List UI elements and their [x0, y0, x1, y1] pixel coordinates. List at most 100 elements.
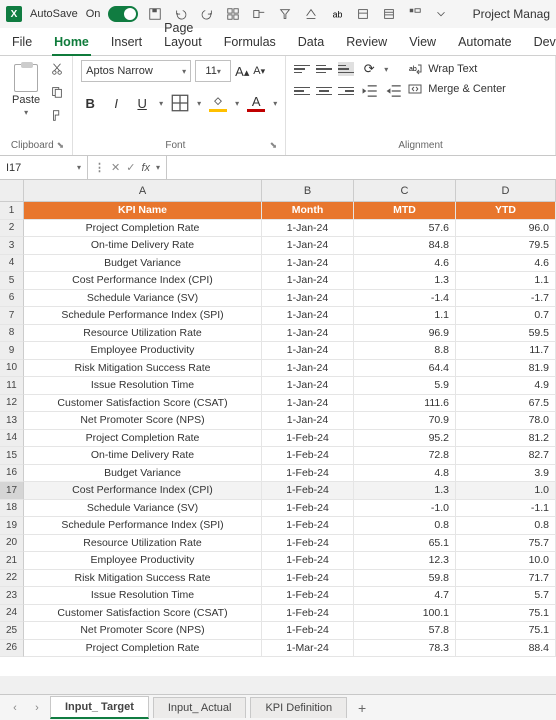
- cell[interactable]: 4.7: [354, 587, 456, 605]
- paste-button[interactable]: Paste ▾: [8, 60, 44, 121]
- cell[interactable]: 4.6: [354, 255, 456, 273]
- cell[interactable]: 1.3: [354, 272, 456, 290]
- add-sheet-button[interactable]: +: [351, 700, 373, 716]
- qat-icon-8[interactable]: [406, 5, 424, 23]
- autosave-toggle[interactable]: [108, 6, 138, 22]
- header-cell[interactable]: YTD: [456, 202, 556, 220]
- font-size-select[interactable]: 11▾: [195, 60, 231, 82]
- row-header[interactable]: 22: [0, 570, 24, 588]
- table-row[interactable]: 22Risk Mitigation Success Rate1-Feb-2459…: [0, 570, 556, 588]
- cell[interactable]: 95.2: [354, 430, 456, 448]
- cell[interactable]: Cost Performance Index (CPI): [24, 482, 262, 500]
- cancel-formula-icon[interactable]: ✕: [111, 161, 120, 174]
- cell[interactable]: 3.9: [456, 465, 556, 483]
- qat-icon-7[interactable]: [380, 5, 398, 23]
- cell[interactable]: 1-Jan-24: [262, 412, 354, 430]
- header-cell[interactable]: MTD: [354, 202, 456, 220]
- cell[interactable]: 5.9: [354, 377, 456, 395]
- cell[interactable]: 5.7: [456, 587, 556, 605]
- cell[interactable]: 81.9: [456, 360, 556, 378]
- cell[interactable]: 1-Jan-24: [262, 360, 354, 378]
- align-right-icon[interactable]: [338, 84, 354, 98]
- table-row[interactable]: 18Schedule Variance (SV)1-Feb-24-1.0-1.1: [0, 500, 556, 518]
- table-row[interactable]: 4Budget Variance1-Jan-244.64.6: [0, 255, 556, 273]
- cell[interactable]: 1-Feb-24: [262, 622, 354, 640]
- table-row[interactable]: 6Schedule Variance (SV)1-Jan-24-1.4-1.7: [0, 290, 556, 308]
- cell[interactable]: Employee Productivity: [24, 552, 262, 570]
- table-row[interactable]: 23Issue Resolution Time1-Feb-244.75.7: [0, 587, 556, 605]
- cell[interactable]: 72.8: [354, 447, 456, 465]
- cell[interactable]: 96.9: [354, 325, 456, 343]
- table-row[interactable]: 12Customer Satisfaction Score (CSAT)1-Ja…: [0, 395, 556, 413]
- cell[interactable]: 111.6: [354, 395, 456, 413]
- cell[interactable]: 59.8: [354, 570, 456, 588]
- table-row[interactable]: 11Issue Resolution Time1-Jan-245.94.9: [0, 377, 556, 395]
- table-row[interactable]: 25Net Promoter Score (NPS)1-Feb-2457.875…: [0, 622, 556, 640]
- copy-icon[interactable]: [50, 85, 64, 102]
- tab-review[interactable]: Review: [344, 29, 389, 55]
- cell[interactable]: 1-Feb-24: [262, 570, 354, 588]
- decrease-indent-icon[interactable]: [360, 82, 378, 100]
- clipboard-dialog-launcher-icon[interactable]: ⬊: [57, 140, 65, 151]
- row-header[interactable]: 6: [0, 290, 24, 308]
- cell[interactable]: 1-Feb-24: [262, 465, 354, 483]
- cell[interactable]: 71.7: [456, 570, 556, 588]
- tab-page-layout[interactable]: Page Layout: [162, 15, 204, 55]
- qat-icon-1[interactable]: [224, 5, 242, 23]
- cell[interactable]: 1-Mar-24: [262, 640, 354, 658]
- fx-icon[interactable]: fx: [141, 162, 150, 174]
- cell[interactable]: 10.0: [456, 552, 556, 570]
- table-row[interactable]: 17Cost Performance Index (CPI)1-Feb-241.…: [0, 482, 556, 500]
- cell[interactable]: Schedule Performance Index (SPI): [24, 307, 262, 325]
- fx-options-icon[interactable]: ⋮: [94, 161, 105, 174]
- qat-icon-6[interactable]: [354, 5, 372, 23]
- row-header[interactable]: 4: [0, 255, 24, 273]
- cell[interactable]: 1-Jan-24: [262, 395, 354, 413]
- row-header[interactable]: 16: [0, 465, 24, 483]
- tab-file[interactable]: File: [10, 29, 34, 55]
- cell[interactable]: Customer Satisfaction Score (CSAT): [24, 605, 262, 623]
- cell[interactable]: 82.7: [456, 447, 556, 465]
- cell[interactable]: Budget Variance: [24, 465, 262, 483]
- cell[interactable]: On-time Delivery Rate: [24, 237, 262, 255]
- qat-icon-4[interactable]: [302, 5, 320, 23]
- cell[interactable]: 1-Jan-24: [262, 272, 354, 290]
- cell[interactable]: 1-Feb-24: [262, 500, 354, 518]
- table-row[interactable]: 14Project Completion Rate1-Feb-2495.281.…: [0, 430, 556, 448]
- format-painter-icon[interactable]: [50, 108, 64, 125]
- font-dialog-launcher-icon[interactable]: ⬊: [270, 140, 278, 151]
- row-header[interactable]: 14: [0, 430, 24, 448]
- qat-more-icon[interactable]: [432, 5, 450, 23]
- row-header[interactable]: 19: [0, 517, 24, 535]
- cell[interactable]: 1-Jan-24: [262, 325, 354, 343]
- row-header[interactable]: 5: [0, 272, 24, 290]
- formula-input[interactable]: [167, 156, 556, 179]
- cell[interactable]: 100.1: [354, 605, 456, 623]
- cell[interactable]: Resource Utilization Rate: [24, 535, 262, 553]
- sheet-tab-kpi-definition[interactable]: KPI Definition: [250, 697, 347, 718]
- sheet-nav-prev-icon[interactable]: ‹: [6, 699, 24, 717]
- cell[interactable]: 75.1: [456, 605, 556, 623]
- row-header[interactable]: 2: [0, 220, 24, 238]
- row-header[interactable]: 25: [0, 622, 24, 640]
- cell[interactable]: 64.4: [354, 360, 456, 378]
- align-top-icon[interactable]: [294, 62, 310, 76]
- cell[interactable]: 65.1: [354, 535, 456, 553]
- row-header[interactable]: 24: [0, 605, 24, 623]
- table-row[interactable]: 2Project Completion Rate1-Jan-2457.696.0: [0, 220, 556, 238]
- row-header[interactable]: 7: [0, 307, 24, 325]
- cell[interactable]: 1.1: [456, 272, 556, 290]
- tab-formulas[interactable]: Formulas: [222, 29, 278, 55]
- cell[interactable]: 1-Feb-24: [262, 430, 354, 448]
- chevron-down-icon[interactable]: ▾: [235, 99, 239, 108]
- cell[interactable]: Resource Utilization Rate: [24, 325, 262, 343]
- table-row[interactable]: 21Employee Productivity1-Feb-2412.310.0: [0, 552, 556, 570]
- tab-view[interactable]: View: [407, 29, 438, 55]
- cell[interactable]: Employee Productivity: [24, 342, 262, 360]
- font-name-select[interactable]: Aptos Narrow▾: [81, 60, 191, 82]
- row-header[interactable]: 11: [0, 377, 24, 395]
- cell[interactable]: 57.6: [354, 220, 456, 238]
- cell[interactable]: 11.7: [456, 342, 556, 360]
- cell[interactable]: 84.8: [354, 237, 456, 255]
- row-header[interactable]: 10: [0, 360, 24, 378]
